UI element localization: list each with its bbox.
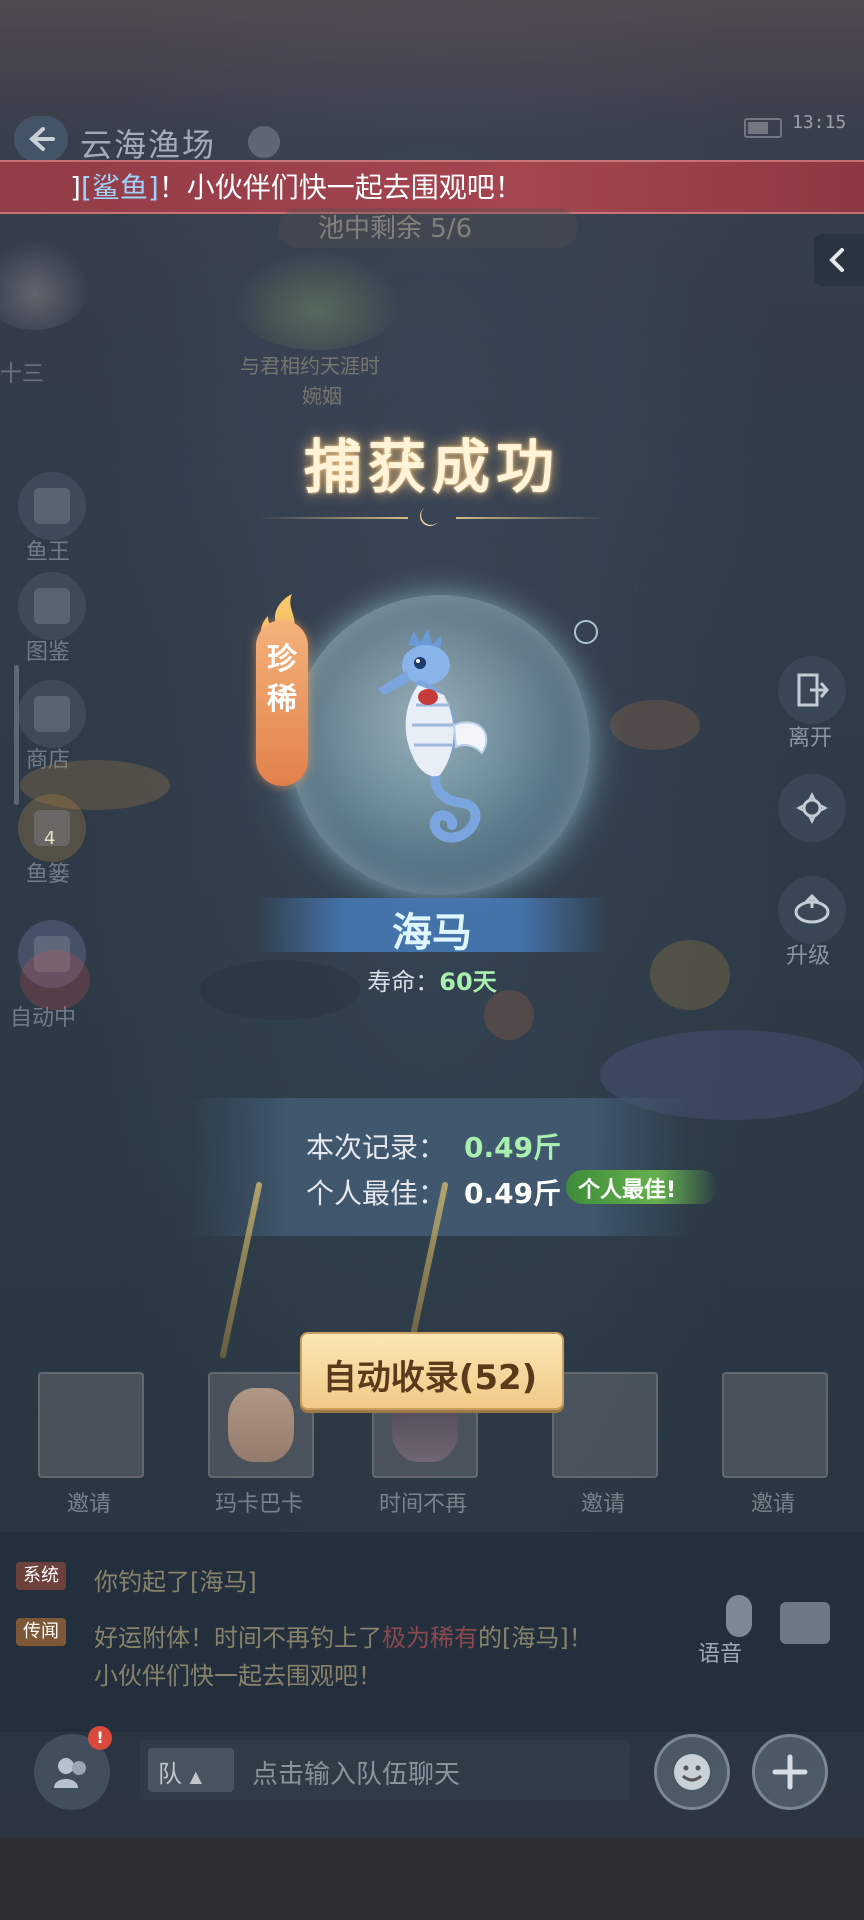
system-nav-bar bbox=[0, 1838, 864, 1920]
best-value: 0.49斤 bbox=[464, 1177, 562, 1210]
fish-name: 海马 bbox=[392, 910, 472, 956]
catch-success-title: 捕获成功 bbox=[303, 433, 560, 501]
bg-player-name: 与君相约天涯时 bbox=[240, 354, 380, 378]
best-label: 个人最佳： bbox=[306, 1177, 447, 1210]
plus-icon bbox=[772, 1754, 808, 1790]
lifespan-label: 寿命： bbox=[367, 968, 440, 996]
bg-player-name-left: 十三 bbox=[0, 362, 45, 387]
chat-input-placeholder[interactable]: 点击输入队伍聊天 bbox=[252, 1754, 460, 1791]
fish-basket-count: 4 bbox=[44, 828, 56, 849]
record-value: 0.49斤 bbox=[464, 1131, 562, 1164]
emoji-button[interactable] bbox=[654, 1734, 730, 1810]
bg-fish bbox=[20, 950, 90, 1010]
smiley-icon bbox=[674, 1754, 710, 1790]
personal-best-text: 个人最佳! bbox=[578, 1178, 677, 1203]
upgrade-icon bbox=[794, 894, 830, 924]
team-slot-invite[interactable] bbox=[552, 1372, 658, 1478]
clock: 13:15 bbox=[792, 112, 847, 133]
shop-icon bbox=[34, 696, 70, 732]
exit-button[interactable] bbox=[778, 656, 846, 724]
team-slot-label: 邀请 bbox=[580, 1492, 625, 1517]
chat-message-line2: 小伙伴们快一起去围观吧！ bbox=[94, 1662, 382, 1690]
notification-badge: ! bbox=[88, 1726, 112, 1750]
avatar bbox=[228, 1388, 294, 1462]
fish-lifespan: 寿命：60天 bbox=[258, 962, 606, 997]
rarity-label: 珍稀 bbox=[267, 642, 297, 717]
team-slot-label: 时间不再 bbox=[378, 1492, 467, 1517]
team-slot-invite[interactable] bbox=[722, 1372, 828, 1478]
moon-icon bbox=[420, 508, 438, 526]
bg-player-subname: 婉姻 bbox=[302, 384, 342, 408]
bg-island bbox=[232, 250, 402, 350]
microphone-icon[interactable] bbox=[726, 1595, 752, 1637]
chat-tag-system: 系统 bbox=[16, 1562, 66, 1590]
top-haze bbox=[0, 0, 864, 140]
chat-log-icon[interactable] bbox=[780, 1602, 830, 1644]
fish-basket-label: 鱼篓 bbox=[26, 862, 71, 887]
fish-catalog-button[interactable] bbox=[18, 572, 86, 640]
scroll-indicator bbox=[14, 665, 19, 805]
seahorse-icon bbox=[378, 629, 488, 843]
upgrade-button[interactable] bbox=[778, 876, 846, 944]
title-divider-left bbox=[258, 517, 408, 519]
fish-king-label: 鱼王 bbox=[26, 540, 71, 565]
bg-fish bbox=[20, 760, 170, 810]
settings-button[interactable] bbox=[778, 774, 846, 842]
add-button[interactable] bbox=[752, 1734, 828, 1810]
share-icon[interactable] bbox=[248, 126, 280, 158]
title-divider-right bbox=[456, 517, 606, 519]
bg-fish bbox=[650, 940, 730, 1010]
friends-icon bbox=[54, 1758, 86, 1788]
shop-button[interactable] bbox=[18, 680, 86, 748]
back-arrow-icon bbox=[29, 127, 55, 151]
back-button[interactable] bbox=[14, 116, 68, 162]
chevron-left-icon bbox=[829, 248, 844, 272]
exit-label: 离开 bbox=[788, 726, 833, 751]
fish-catalog-icon bbox=[34, 588, 70, 624]
auto-collect-label: 自动收录(52) bbox=[322, 1358, 538, 1398]
banner-fish: [鲨鱼] bbox=[80, 171, 159, 204]
lifespan-value: 60天 bbox=[439, 968, 497, 996]
voice-label[interactable]: 语音 bbox=[698, 1636, 742, 1668]
banner-message: ！小伙伴们快一起去围观吧！ bbox=[158, 171, 523, 204]
banner-prefix: ] bbox=[70, 171, 81, 204]
team-slot-label: 邀请 bbox=[750, 1492, 795, 1517]
team-slot-player[interactable] bbox=[208, 1372, 314, 1478]
team-slot-invite[interactable] bbox=[38, 1372, 144, 1478]
chat-tag-rumor: 传闻 bbox=[16, 1618, 66, 1646]
chat-message: 你钓起了[海马] bbox=[94, 1568, 257, 1596]
upgrade-label: 升级 bbox=[786, 944, 831, 969]
collapse-side-button[interactable] bbox=[814, 234, 864, 286]
battery-icon bbox=[744, 118, 782, 138]
settings-icon bbox=[796, 792, 828, 824]
team-slot-label: 玛卡巴卡 bbox=[214, 1492, 303, 1517]
record-label: 本次记录： bbox=[306, 1131, 447, 1164]
caret-up-icon: ▲ bbox=[189, 1767, 202, 1786]
team-slot-label: 邀请 bbox=[66, 1492, 111, 1517]
fish-catalog-label: 图鉴 bbox=[26, 640, 71, 665]
announcement-text: ][鲨鱼]！小伙伴们快一起去围观吧！ bbox=[70, 166, 523, 206]
chat-message: 好运附体！时间不再钓上了极为稀有的[海马]！ bbox=[94, 1624, 593, 1652]
bg-octopus bbox=[484, 990, 534, 1040]
channel-label: 队 ▲ bbox=[158, 1760, 202, 1788]
pond-count-text: 池中剩余 5/6 bbox=[318, 214, 473, 244]
small-bubble bbox=[574, 620, 598, 644]
exit-icon bbox=[797, 673, 829, 707]
